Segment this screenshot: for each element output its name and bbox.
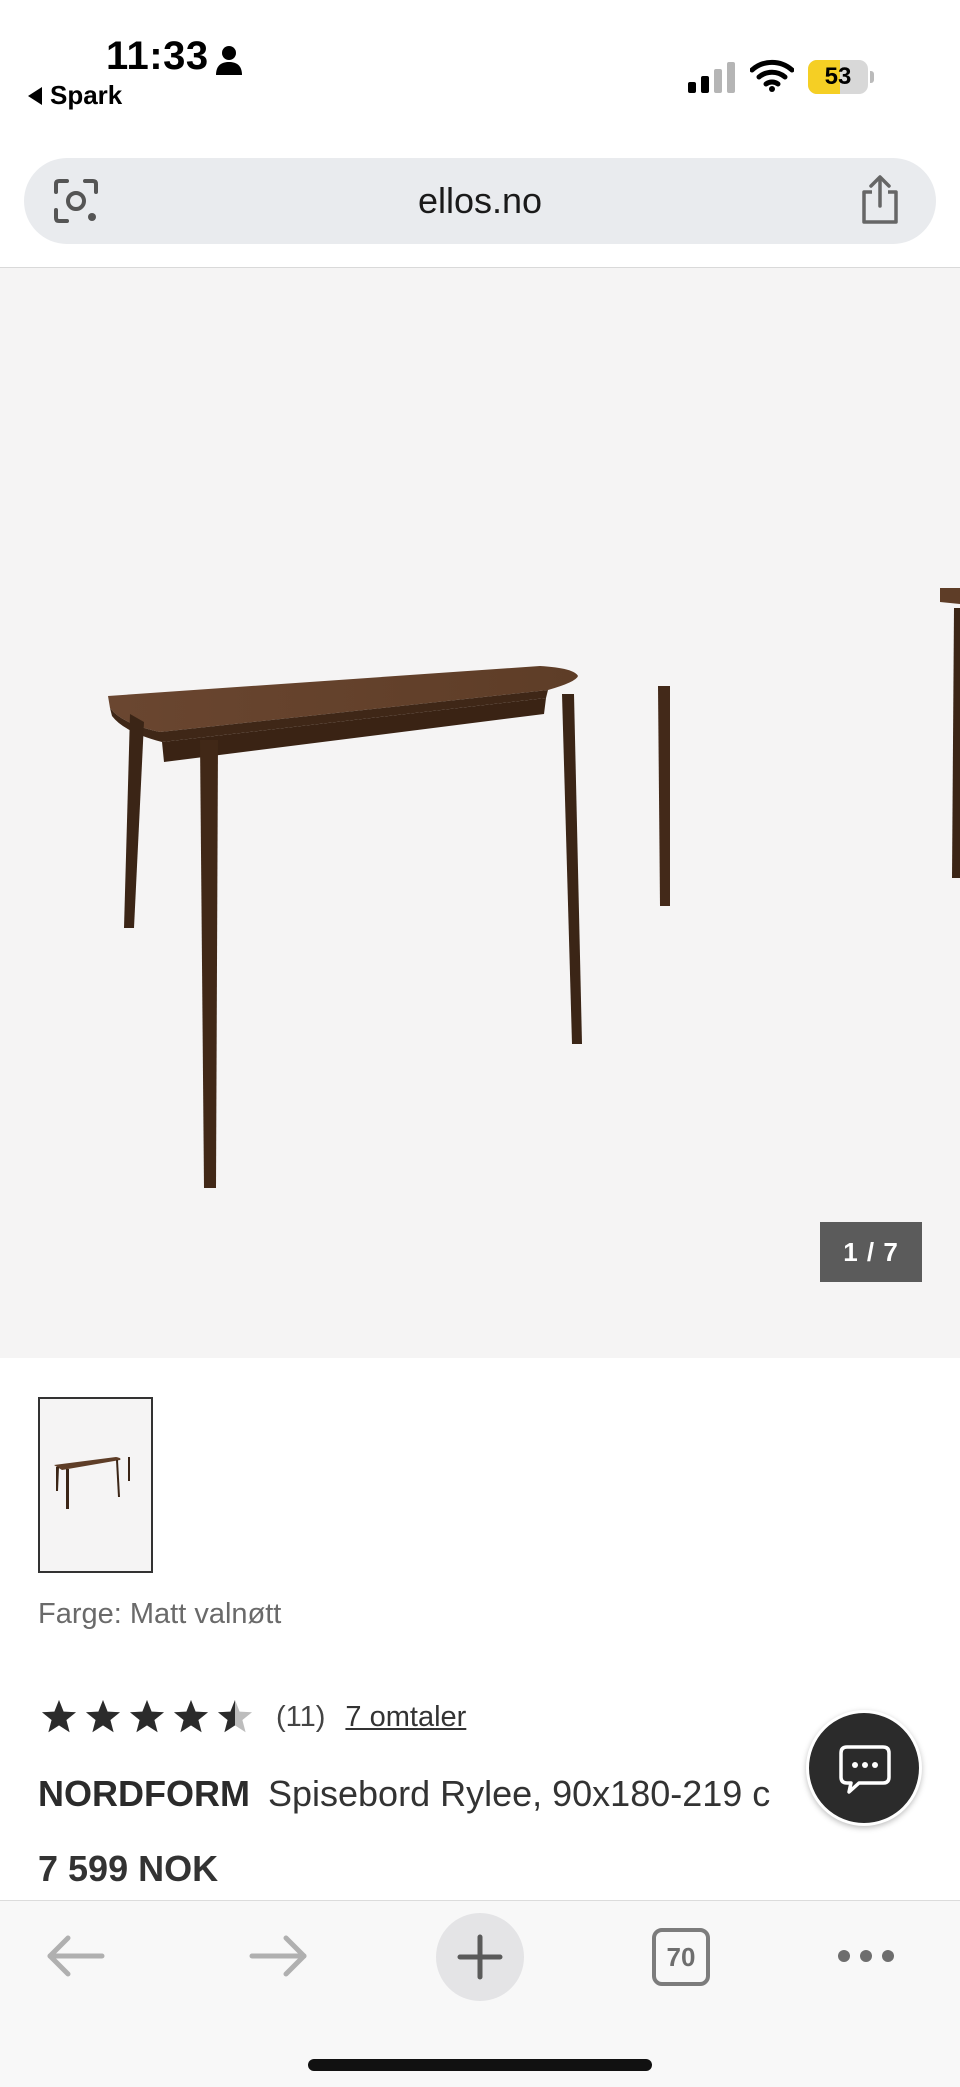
chat-button[interactable] <box>806 1710 922 1826</box>
tabs-icon[interactable]: 70 <box>652 1928 710 1986</box>
battery-percent: 53 <box>824 63 852 90</box>
forward-arrow-icon[interactable] <box>246 1931 310 1981</box>
person-icon <box>216 46 242 75</box>
back-app-label: Spark <box>50 80 123 110</box>
back-triangle-icon <box>28 86 42 105</box>
thumbnail-table-image <box>54 1457 130 1509</box>
url-text[interactable]: ellos.no <box>24 158 936 244</box>
product-image-carousel[interactable]: 1 / 7 <box>0 268 960 1358</box>
next-image-preview <box>940 588 960 878</box>
product-title: NORDFORM Spisebord Rylee, 90x180-219 c <box>38 1773 838 1815</box>
status-time: 11:33 <box>106 34 209 78</box>
star-icon <box>174 1700 208 1733</box>
color-label: Farge: Matt valnøtt <box>38 1598 282 1630</box>
address-bar[interactable]: ellos.no <box>24 158 936 244</box>
signal-icon <box>688 62 735 93</box>
star-icon <box>130 1700 164 1733</box>
back-to-app-link[interactable]: Spark <box>28 80 122 111</box>
image-counter: 1 / 7 <box>820 1222 922 1282</box>
status-bar: 11:33 Spark 53 <box>0 0 960 140</box>
dining-table-image <box>108 666 670 1188</box>
product-price: 7 599 NOK <box>38 1848 219 1889</box>
new-tab-icon <box>457 1934 503 1980</box>
product-name: Spisebord Rylee, 90x180-219 c <box>267 1773 771 1814</box>
new-tab-button[interactable] <box>436 1913 524 2001</box>
star-rating <box>40 1698 254 1736</box>
brand-name[interactable]: NORDFORM <box>38 1773 250 1814</box>
page: 11:33 Spark 53 ellos.no 1 / 7 Farge: Mat… <box>0 0 960 2087</box>
thumbnail-selected[interactable] <box>38 1397 153 1573</box>
rating-row: (11) 7 omtaler <box>40 1697 466 1737</box>
battery-cap <box>870 71 874 83</box>
more-icon[interactable] <box>836 1941 896 1971</box>
back-arrow-icon[interactable] <box>44 1931 108 1981</box>
star-icon <box>42 1700 76 1733</box>
home-indicator <box>308 2059 652 2071</box>
wifi-icon <box>750 59 794 92</box>
chat-icon <box>839 1745 891 1794</box>
reviews-link[interactable]: 7 omtaler <box>345 1701 466 1734</box>
star-icon <box>218 1700 252 1733</box>
star-icon <box>86 1700 120 1733</box>
rating-count: (11) <box>276 1700 326 1733</box>
share-icon[interactable] <box>858 174 902 226</box>
browser-toolbar: 70 <box>0 1900 960 2087</box>
battery-icon: 53 <box>808 60 874 94</box>
